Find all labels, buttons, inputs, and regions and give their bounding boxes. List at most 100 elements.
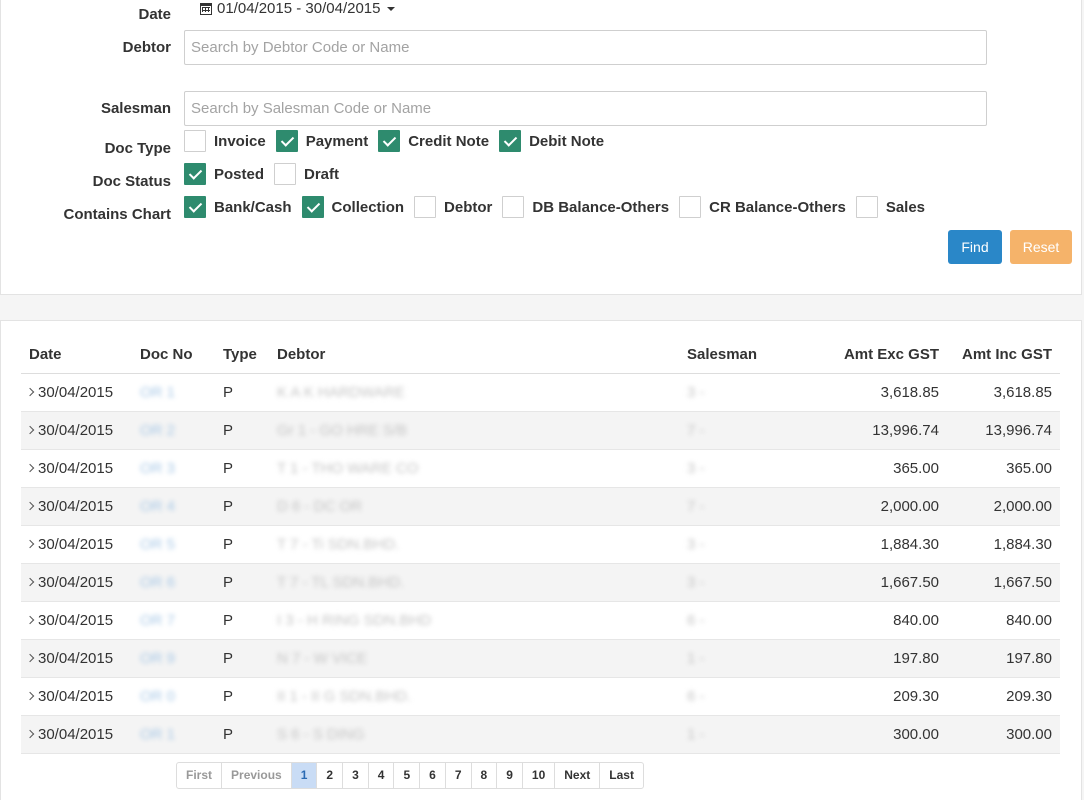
checkbox-box[interactable] (274, 163, 297, 185)
page-3-button[interactable]: 3 (343, 763, 369, 788)
page-10-button[interactable]: 10 (523, 763, 556, 788)
table-row[interactable]: 30/04/2015 OR 9 P N 7 - W VICE 1 - 197.80 197.… (21, 639, 1060, 678)
cell-amt-inc-gst: 209.30 (947, 677, 1060, 716)
chart-debtor-checkbox[interactable]: Debtor (414, 196, 492, 218)
checkbox-box[interactable] (855, 196, 878, 218)
cell-amt-inc-gst: 1,667.50 (947, 563, 1060, 602)
page-9-button[interactable]: 9 (497, 763, 523, 788)
doc-no-link[interactable]: OR 1 (140, 726, 175, 743)
cell-date: 30/04/2015 (21, 525, 132, 564)
checkbox-box[interactable] (679, 196, 702, 218)
page-1-button[interactable]: 1 (291, 763, 318, 788)
table-row[interactable]: 30/04/2015 OR 0 P II 1 - II G SDN.BHD. 6 - 20… (21, 677, 1060, 716)
page-last-button[interactable]: Last (600, 763, 643, 788)
table-row[interactable]: 30/04/2015 OR 6 P T 7 - TL SDN.BHD. 3 - 1,667… (21, 563, 1060, 602)
col-header-date[interactable]: Date (21, 336, 132, 374)
doc-type-debit-note-checkbox[interactable]: Debit Note (499, 130, 604, 152)
chevron-right-icon[interactable] (25, 729, 35, 739)
col-header-amt-exc-gst[interactable]: Amt Exc GST (834, 336, 947, 374)
checkbox-box[interactable] (184, 130, 206, 152)
doc-type-payment-checkbox[interactable]: Payment (275, 130, 369, 152)
doc-status-draft-checkbox[interactable]: Draft (274, 163, 339, 185)
chart-db-balance-others-checkbox[interactable]: DB Balance-Others (502, 196, 669, 218)
cell-amt-inc-gst: 197.80 (947, 639, 1060, 678)
col-header-debtor[interactable]: Debtor (269, 336, 679, 374)
date-range-picker[interactable]: 01/04/2015 - 30/04/2015 (200, 0, 396, 17)
doc-type-credit-note-checkbox[interactable]: Credit Note (378, 130, 489, 152)
doc-no-link[interactable]: OR 5 (140, 536, 175, 553)
salesman-search-input[interactable] (184, 91, 987, 126)
doc-no-link[interactable]: OR 9 (140, 650, 175, 667)
page-4-button[interactable]: 4 (369, 763, 395, 788)
debtor-value: I 3 - H RING SDN.BHD (277, 612, 432, 629)
cell-amt-inc-gst: 365.00 (947, 449, 1060, 488)
checkbox-box[interactable] (499, 130, 522, 152)
chart-bank-cash-checkbox[interactable]: Bank/Cash (184, 196, 292, 218)
debtor-search-input[interactable] (184, 30, 987, 65)
table-row[interactable]: 30/04/2015 OR 7 P I 3 - H RING SDN.BHD 6 - 84… (21, 601, 1060, 640)
doc-type-invoice-checkbox[interactable]: Invoice (184, 130, 266, 152)
checkbox-box[interactable] (301, 196, 324, 218)
cell-date: 30/04/2015 (21, 449, 132, 488)
doc-no-link[interactable]: OR 6 (140, 574, 175, 591)
table-row[interactable]: 30/04/2015 OR 3 P T 1 - THO WARE CO 3 - 365.0… (21, 449, 1060, 488)
chevron-right-icon[interactable] (25, 501, 35, 511)
cell-doc-no: OR 2 (132, 411, 215, 450)
checkbox-label: Payment (305, 132, 369, 150)
doc-no-link[interactable]: OR 3 (140, 460, 175, 477)
table-row[interactable]: 30/04/2015 OR 4 P D 6 - DC OR 7 - 2,000.00 2,0… (21, 487, 1060, 526)
find-button[interactable]: Find (948, 230, 1002, 264)
page-5-button[interactable]: 5 (394, 763, 421, 788)
doc-no-link[interactable]: OR 0 (140, 688, 175, 705)
chart-sales-checkbox[interactable]: Sales (855, 196, 925, 218)
col-header-amt-inc-gst[interactable]: Amt Inc GST (947, 336, 1060, 374)
table-row[interactable]: 30/04/2015 OR 5 P T 7 - Ti SDN.BHD. 3 - 1,884… (21, 525, 1060, 564)
col-header-doc-no[interactable]: Doc No (132, 336, 215, 374)
cell-type: P (215, 639, 269, 678)
chevron-right-icon[interactable] (25, 463, 35, 473)
cell-debtor: Gr 1 - GO HRE S/B (269, 411, 679, 450)
chevron-right-icon[interactable] (25, 577, 35, 587)
checkbox-box[interactable] (378, 130, 401, 152)
cell-type: P (215, 715, 269, 754)
chevron-right-icon[interactable] (25, 539, 35, 549)
cell-type: P (215, 373, 269, 412)
page-6-button[interactable]: 6 (420, 763, 446, 788)
checkbox-box[interactable] (184, 163, 206, 185)
chevron-right-icon[interactable] (25, 653, 35, 663)
date-value: 30/04/2015 (38, 612, 114, 629)
doc-no-link[interactable]: OR 4 (140, 498, 175, 515)
salesman-value: 1 - (687, 650, 705, 667)
checkbox-box[interactable] (414, 196, 437, 218)
table-row[interactable]: 30/04/2015 OR 1 P S 6 - S DING 1 - 300.00 300.… (21, 715, 1060, 754)
cell-salesman: 7 - (679, 487, 834, 526)
checkbox-box[interactable] (275, 130, 298, 152)
chevron-right-icon[interactable] (25, 425, 35, 435)
date-value: 30/04/2015 (38, 574, 114, 591)
chevron-right-icon[interactable] (25, 615, 35, 625)
doc-no-link[interactable]: OR 7 (140, 612, 175, 629)
page-next-button[interactable]: Next (555, 763, 601, 788)
page-7-button[interactable]: 7 (446, 763, 472, 788)
reset-button[interactable]: Reset (1010, 230, 1072, 264)
col-header-type[interactable]: Type (215, 336, 269, 374)
col-header-salesman[interactable]: Salesman (679, 336, 834, 374)
chart-cr-balance-others-checkbox[interactable]: CR Balance-Others (679, 196, 846, 218)
date-label: Date (138, 6, 171, 23)
checkbox-box[interactable] (184, 196, 206, 218)
page-2-button[interactable]: 2 (317, 763, 344, 788)
page-first-button[interactable]: First (177, 763, 223, 788)
checkbox-box[interactable] (502, 196, 525, 218)
doc-no-link[interactable]: OR 2 (140, 422, 175, 439)
debtor-value: D 6 - DC OR (277, 498, 363, 515)
chevron-right-icon[interactable] (25, 691, 35, 701)
table-row[interactable]: 30/04/2015 OR 2 P Gr 1 - GO HRE S/B 7 - 13,99… (21, 411, 1060, 450)
page-previous-button[interactable]: Previous (222, 763, 292, 788)
cell-amt-exc-gst: 197.80 (834, 639, 947, 678)
chevron-right-icon[interactable] (25, 387, 35, 397)
page-8-button[interactable]: 8 (472, 763, 498, 788)
doc-no-link[interactable]: OR 1 (140, 384, 175, 401)
chart-collection-checkbox[interactable]: Collection (301, 196, 404, 218)
table-row[interactable]: 30/04/2015 OR 1 P K A K HARDWARE 3 - 3,618.85… (21, 373, 1060, 412)
doc-status-posted-checkbox[interactable]: Posted (184, 163, 264, 185)
